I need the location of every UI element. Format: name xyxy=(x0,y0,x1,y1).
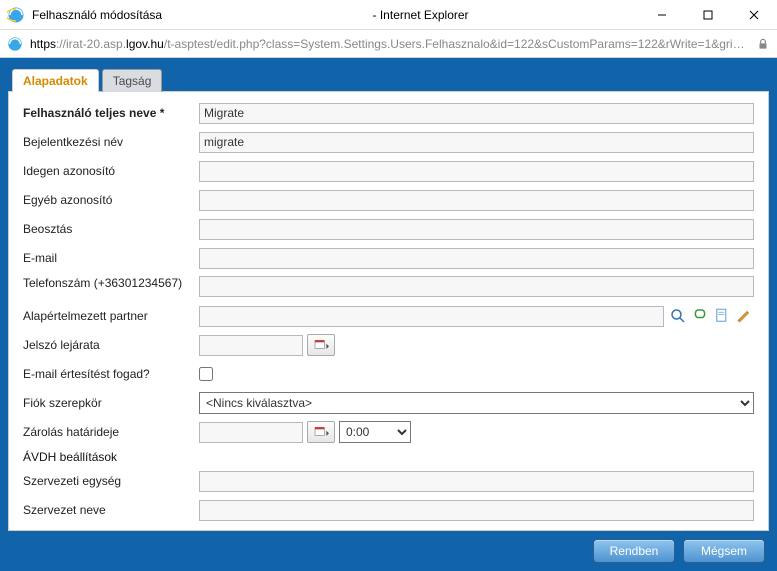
window-title-left: Felhasználó módosítása xyxy=(32,8,162,22)
partner-tools xyxy=(668,306,754,326)
input-phone[interactable] xyxy=(199,276,754,297)
url-scheme: https xyxy=(30,37,56,51)
url-dim2: /t-asptest/edit.php?class=System.Setting… xyxy=(164,37,749,51)
input-lock-deadline-date[interactable] xyxy=(199,422,303,443)
select-account-role[interactable]: <Nincs kiválasztva> xyxy=(199,392,754,414)
label-org-unit: Szervezeti egység xyxy=(23,474,199,488)
input-pw-expiry[interactable] xyxy=(199,335,303,356)
window-title-center: - Internet Explorer xyxy=(202,8,639,22)
label-email: E-mail xyxy=(23,251,199,265)
label-foreign-id: Idegen azonosító xyxy=(23,164,199,178)
close-button[interactable] xyxy=(731,0,777,30)
input-foreign-id[interactable] xyxy=(199,161,754,182)
label-account-role: Fiók szerepkör xyxy=(23,396,199,410)
input-position[interactable] xyxy=(199,219,754,240)
label-full-name: Felhasználó teljes neve * xyxy=(23,106,199,120)
input-org-name[interactable] xyxy=(199,500,754,521)
label-login-name: Bejelentkezési név xyxy=(23,135,199,149)
tab-row: Alapadatok Tagság xyxy=(8,68,769,91)
button-row: Rendben Mégsem xyxy=(8,531,769,563)
minimize-button[interactable] xyxy=(639,0,685,30)
input-other-id[interactable] xyxy=(199,190,754,211)
input-full-name[interactable] xyxy=(199,103,754,124)
url-dim1: ://irat-20.asp. xyxy=(56,37,126,51)
label-position: Beosztás xyxy=(23,222,199,236)
select-lock-deadline-time[interactable]: 0:00 xyxy=(339,421,411,443)
window-titlebar: Felhasználó módosítása - Internet Explor… xyxy=(0,0,777,30)
label-other-id: Egyéb azonosító xyxy=(23,193,199,207)
input-email[interactable] xyxy=(199,248,754,269)
ie-icon xyxy=(6,5,26,25)
checkbox-email-notify[interactable] xyxy=(199,367,213,381)
search-icon[interactable] xyxy=(668,306,688,326)
edit-icon[interactable] xyxy=(734,306,754,326)
datepicker-lock-deadline[interactable] xyxy=(307,421,335,443)
input-org-unit[interactable] xyxy=(199,471,754,492)
ie-small-icon xyxy=(6,35,24,53)
lock-icon xyxy=(755,36,771,52)
address-bar: https://irat-20.asp.lgov.hu/t-asptest/ed… xyxy=(0,30,777,58)
input-default-partner[interactable] xyxy=(199,306,664,327)
label-default-partner: Alapértelmezett partner xyxy=(23,309,199,323)
cancel-button[interactable]: Mégsem xyxy=(683,539,765,563)
window-buttons xyxy=(639,0,777,30)
new-doc-icon[interactable] xyxy=(712,306,732,326)
url-host: lgov.hu xyxy=(126,37,164,51)
form-panel: Felhasználó teljes neve * Bejelentkezési… xyxy=(8,91,769,531)
address-url[interactable]: https://irat-20.asp.lgov.hu/t-asptest/ed… xyxy=(30,37,749,51)
label-lock-deadline: Zárolás határideje xyxy=(23,425,199,439)
datepicker-pw-expiry[interactable] xyxy=(307,334,335,356)
label-phone: Telefonszám (+36301234567) xyxy=(23,276,199,290)
tab-tagsag[interactable]: Tagság xyxy=(102,69,163,92)
dialog-frame: Alapadatok Tagság Felhasználó teljes nev… xyxy=(0,58,777,571)
tab-alapadatok[interactable]: Alapadatok xyxy=(12,69,99,92)
label-pw-expiry: Jelszó lejárata xyxy=(23,338,199,352)
section-avdh: ÁVDH beállítások xyxy=(23,450,754,464)
link-icon[interactable] xyxy=(690,306,710,326)
maximize-button[interactable] xyxy=(685,0,731,30)
input-login-name[interactable] xyxy=(199,132,754,153)
label-email-notify: E-mail értesítést fogad? xyxy=(23,367,199,381)
label-org-name: Szervezet neve xyxy=(23,503,199,517)
ok-button[interactable]: Rendben xyxy=(593,539,675,563)
